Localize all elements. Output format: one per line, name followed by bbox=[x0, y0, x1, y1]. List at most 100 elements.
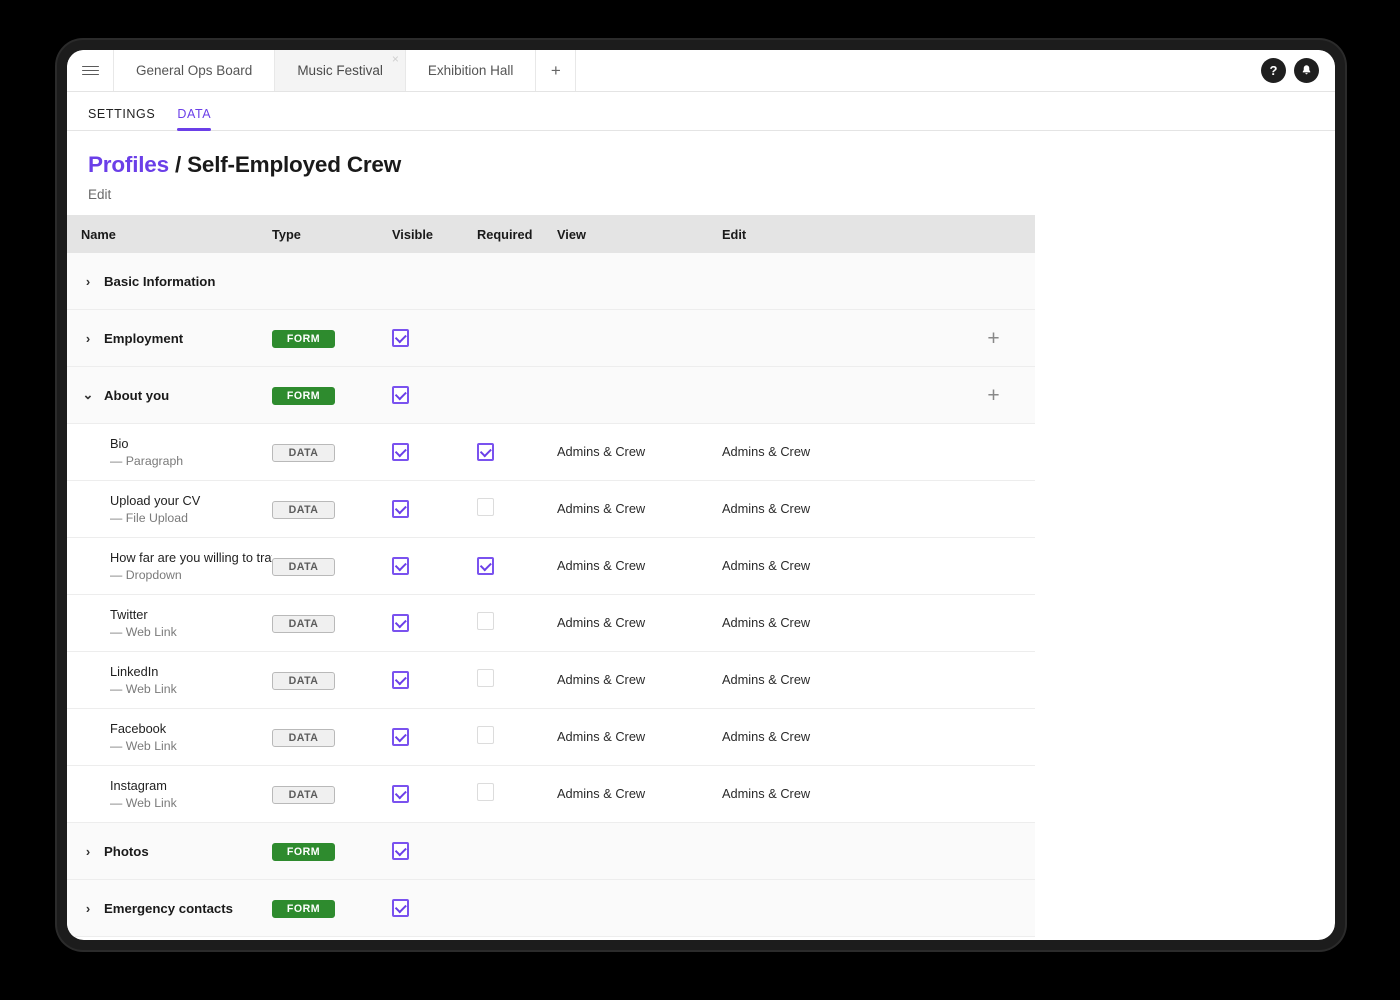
topbar-actions: ? bbox=[1261, 50, 1335, 91]
required-checkbox[interactable] bbox=[477, 668, 494, 687]
nav-tab-label: Music Festival bbox=[297, 63, 383, 78]
required-checkbox[interactable] bbox=[477, 443, 494, 462]
close-icon[interactable]: × bbox=[392, 53, 399, 65]
add-field-icon[interactable]: + bbox=[987, 385, 999, 406]
view-permission-value: Admins & Crew bbox=[557, 672, 646, 687]
table-row-section[interactable]: ⌄ About you FORM + bbox=[67, 367, 1035, 424]
app-window: General Ops Board Music Festival × Exhib… bbox=[67, 50, 1335, 940]
table-row-field[interactable]: LinkedIn — Web Link DATA Admins & Crew Admin… bbox=[67, 652, 1035, 709]
table-row-field[interactable]: Bio — Paragraph DATA Admins & Crew Admins & … bbox=[67, 424, 1035, 481]
form-badge: FORM bbox=[272, 899, 335, 918]
visible-checkbox[interactable] bbox=[392, 899, 409, 918]
edit-permission-value: Admins & Crew bbox=[722, 444, 811, 459]
view-permission-cell: Admins & Crew bbox=[557, 728, 722, 746]
visible-cell bbox=[392, 329, 477, 348]
edit-permission-cell: Admins & Crew bbox=[722, 785, 952, 803]
field-type-label: — Web Link bbox=[110, 682, 177, 696]
field-type-label: — Web Link bbox=[110, 739, 177, 753]
table-row-field[interactable]: How far are you willing to travel — Dropd… bbox=[67, 538, 1035, 595]
required-checkbox[interactable] bbox=[477, 725, 494, 744]
required-cell bbox=[477, 611, 557, 635]
visible-checkbox[interactable] bbox=[392, 785, 409, 804]
data-badge: DATA bbox=[272, 500, 335, 519]
type-cell: FORM bbox=[272, 386, 392, 405]
hamburger-menu-icon[interactable] bbox=[67, 50, 114, 91]
table-row-field[interactable]: Upload your CV — File Upload DATA Admins & … bbox=[67, 481, 1035, 538]
data-badge: DATA bbox=[272, 728, 335, 747]
field-type-label: — Web Link bbox=[110, 796, 177, 810]
field-label: LinkedIn bbox=[110, 664, 159, 679]
page-title: Self-Employed Crew bbox=[187, 152, 402, 177]
visible-checkbox[interactable] bbox=[392, 500, 409, 519]
nav-tab-label: Exhibition Hall bbox=[427, 63, 514, 78]
visible-cell bbox=[392, 500, 477, 519]
visible-checkbox[interactable] bbox=[392, 842, 409, 861]
edit-permission-cell: Admins & Crew bbox=[722, 443, 952, 461]
profile-fields-table: Name Type Visible Required View Edit › Ba… bbox=[67, 215, 1035, 937]
type-cell: DATA bbox=[272, 614, 392, 633]
visible-checkbox[interactable] bbox=[392, 557, 409, 576]
field-label: How far are you willing to travel bbox=[110, 550, 272, 565]
nav-tab-exhibition-hall[interactable]: Exhibition Hall bbox=[406, 50, 537, 91]
type-cell: FORM bbox=[272, 842, 392, 861]
visible-checkbox[interactable] bbox=[392, 329, 409, 348]
tab-settings[interactable]: SETTINGS bbox=[88, 107, 155, 130]
field-name-cell: Upload your CV — File Upload bbox=[67, 493, 272, 525]
table-row-field[interactable]: Instagram — Web Link DATA Admins & Crew Admi… bbox=[67, 766, 1035, 823]
table-row-section[interactable]: › Photos FORM + bbox=[67, 823, 1035, 880]
required-checkbox[interactable] bbox=[477, 611, 494, 630]
visible-checkbox[interactable] bbox=[392, 614, 409, 633]
column-header-view: View bbox=[557, 226, 586, 242]
view-permission-value: Admins & Crew bbox=[557, 786, 646, 801]
field-name-cell: Instagram — Web Link bbox=[67, 778, 272, 810]
chevron-right-icon[interactable]: › bbox=[81, 901, 95, 916]
field-label: Facebook bbox=[110, 721, 167, 736]
notification-bell-icon[interactable] bbox=[1294, 58, 1319, 83]
nav-tab-general-ops-board[interactable]: General Ops Board bbox=[114, 50, 276, 91]
tab-data[interactable]: DATA bbox=[177, 107, 212, 131]
required-checkbox[interactable] bbox=[477, 497, 494, 516]
visible-checkbox[interactable] bbox=[392, 443, 409, 462]
visible-cell bbox=[392, 842, 477, 861]
section-label: About you bbox=[104, 387, 170, 403]
table-row-section[interactable]: › Emergency contacts FORM + bbox=[67, 880, 1035, 937]
required-cell bbox=[477, 840, 557, 863]
edit-permission-cell: Admins & Crew bbox=[722, 614, 952, 632]
table-row-field[interactable]: Facebook — Web Link DATA Admins & Crew Admin… bbox=[67, 709, 1035, 766]
breadcrumb-parent-link[interactable]: Profiles bbox=[88, 152, 169, 177]
page-subtitle: Edit bbox=[88, 187, 112, 202]
table-header-row: Name Type Visible Required View Edit bbox=[67, 215, 1035, 253]
table-row-section[interactable]: › Employment FORM + bbox=[67, 310, 1035, 367]
add-field-icon[interactable]: + bbox=[987, 328, 999, 349]
form-badge: FORM bbox=[272, 386, 335, 405]
type-cell: DATA bbox=[272, 728, 392, 747]
table-row-field[interactable]: Twitter — Web Link DATA Admins & Crew Admins… bbox=[67, 595, 1035, 652]
chevron-right-icon[interactable]: › bbox=[81, 331, 95, 346]
chevron-down-icon[interactable]: ⌄ bbox=[81, 387, 95, 403]
visible-checkbox[interactable] bbox=[392, 386, 409, 405]
breadcrumb-separator: / bbox=[168, 152, 188, 177]
edit-permission-value: Admins & Crew bbox=[722, 729, 811, 744]
visible-checkbox[interactable] bbox=[392, 671, 409, 690]
view-permission-cell: Admins & Crew bbox=[557, 500, 722, 518]
required-cell bbox=[477, 497, 557, 521]
column-header-type: Type bbox=[272, 226, 301, 242]
section-name-cell: › Basic Information bbox=[67, 274, 272, 289]
nav-tab-music-festival[interactable]: Music Festival × bbox=[275, 50, 406, 91]
help-icon[interactable]: ? bbox=[1261, 58, 1286, 83]
data-badge: DATA bbox=[272, 671, 335, 690]
visible-cell bbox=[392, 728, 477, 747]
required-cell bbox=[477, 270, 557, 293]
required-checkbox[interactable] bbox=[477, 557, 494, 576]
type-cell: DATA bbox=[272, 500, 392, 519]
chevron-right-icon[interactable]: › bbox=[81, 274, 95, 289]
chevron-right-icon[interactable]: › bbox=[81, 844, 95, 859]
table-row-section[interactable]: › Basic Information + bbox=[67, 253, 1035, 310]
add-tab-button[interactable]: + bbox=[536, 50, 577, 91]
field-type-label: — Paragraph bbox=[110, 454, 184, 468]
visible-checkbox[interactable] bbox=[392, 728, 409, 747]
view-permission-cell: Admins & Crew bbox=[557, 557, 722, 575]
device-frame: General Ops Board Music Festival × Exhib… bbox=[57, 40, 1345, 950]
required-checkbox[interactable] bbox=[477, 782, 494, 801]
column-header-name: Name bbox=[81, 226, 116, 242]
